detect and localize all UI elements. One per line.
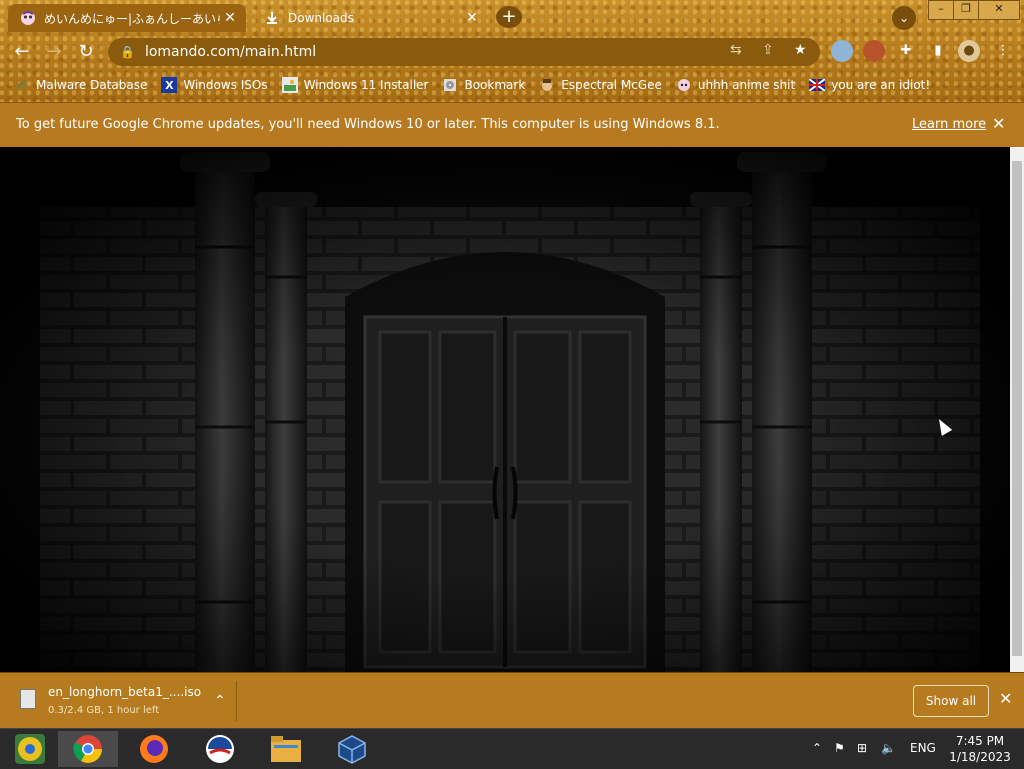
flag-icon: [809, 77, 826, 93]
tab-downloads[interactable]: Downloads ✕: [252, 4, 488, 32]
download-shelf-close-icon[interactable]: ✕: [999, 689, 1012, 708]
tab-title: めいんめにゅー|ふぁんしーあいらんど: [44, 11, 220, 26]
side-panel-icon[interactable]: ▮: [927, 40, 949, 62]
tab-search-icon[interactable]: ⌄: [892, 6, 916, 30]
menu-icon[interactable]: ⋮: [992, 40, 1014, 62]
tab-main-menu[interactable]: めいんめにゅー|ふぁんしーあいらんど ✕: [8, 4, 246, 32]
bookmark-item[interactable]: you are an idiot!: [809, 77, 930, 93]
puzzle-icon[interactable]: ✚: [895, 40, 917, 62]
minimize-button[interactable]: –: [928, 0, 954, 20]
clock-time: 7:45 PM: [955, 734, 1005, 748]
language-indicator[interactable]: ENG: [910, 741, 936, 755]
download-item[interactable]: en_longhorn_beta1_....iso 0.3/2.4 GB, 1 …: [8, 679, 236, 723]
chevron-up-icon[interactable]: ⌃: [214, 693, 226, 709]
anime-icon: [676, 77, 692, 93]
chrome-beta-icon[interactable]: [0, 731, 60, 767]
file-icon: [20, 689, 36, 709]
page-content: [0, 147, 1010, 672]
new-tab-button[interactable]: +: [496, 6, 522, 28]
download-shelf: en_longhorn_beta1_....iso 0.3/2.4 GB, 1 …: [0, 672, 1024, 729]
profile-icon[interactable]: ●: [958, 40, 980, 62]
action-center-flag-icon[interactable]: ⚑: [834, 741, 845, 755]
bookmark-star-icon[interactable]: ★: [794, 42, 807, 58]
clock-date: 1/18/2023: [949, 750, 1011, 764]
bookmark-item[interactable]: Bookmark: [442, 77, 525, 93]
share-icon[interactable]: ⇪: [762, 42, 774, 58]
learn-more-link[interactable]: Learn more: [912, 117, 986, 132]
door-scene-image: [0, 147, 1010, 672]
system-clock[interactable]: 7:45 PM 1/18/2023: [948, 733, 1012, 765]
scroll-thumb[interactable]: [1012, 161, 1022, 656]
bookmark-item[interactable]: uhhh anime shit: [676, 77, 795, 93]
maximize-button[interactable]: ❐: [953, 0, 979, 20]
download-filename: en_longhorn_beta1_....iso: [48, 685, 202, 699]
extension-avatar-icon[interactable]: [863, 40, 885, 62]
extension-flag-icon[interactable]: [831, 40, 853, 62]
tab-close-icon[interactable]: ✕: [220, 10, 240, 26]
taskbar: ⌃ ⚑ ⊞ 🔈 ENG 7:45 PM 1/18/2023: [0, 728, 1024, 769]
lock-icon: 🔒: [120, 45, 135, 59]
tab-title: Downloads: [288, 11, 354, 25]
address-bar[interactable]: 🔒 lomando.com/main.html: [108, 38, 820, 66]
vertical-scrollbar[interactable]: [1010, 147, 1024, 672]
face-icon: [539, 77, 555, 93]
virtualbox-icon[interactable]: [322, 731, 382, 767]
divider: [236, 681, 237, 721]
leaf-icon: [14, 77, 30, 93]
bookmark-item[interactable]: Malware Database: [14, 77, 147, 93]
cd-icon: [442, 77, 458, 93]
infobar-close-icon[interactable]: ✕: [992, 114, 1005, 133]
bookmarks-bar: Malware Database X Windows ISOs Windows …: [0, 72, 1024, 98]
tab-close-icon[interactable]: ✕: [462, 10, 482, 26]
bookmark-item[interactable]: Windows 11 Installer: [281, 77, 428, 93]
forward-icon[interactable]: →: [42, 40, 66, 64]
anime-favicon-icon: [20, 10, 36, 26]
download-status: 0.3/2.4 GB, 1 hour left: [48, 705, 160, 716]
infobar-message: To get future Google Chrome updates, you…: [16, 117, 720, 132]
network-icon[interactable]: ⊞: [857, 741, 867, 755]
volume-icon[interactable]: 🔈: [881, 741, 896, 755]
file-explorer-icon[interactable]: [256, 731, 316, 767]
translate-icon[interactable]: ⇆: [730, 42, 742, 58]
bookmark-item[interactable]: Espectral McGee: [539, 77, 662, 93]
obama-logo-icon[interactable]: [190, 731, 250, 767]
url-text: lomando.com/main.html: [144, 44, 317, 60]
close-window-button[interactable]: ✕: [978, 0, 1020, 20]
reload-icon[interactable]: ↻: [74, 40, 98, 64]
firefox-icon[interactable]: [124, 731, 184, 767]
update-infobar: To get future Google Chrome updates, you…: [0, 102, 1024, 148]
x-icon: X: [161, 77, 178, 93]
back-icon[interactable]: ←: [10, 40, 34, 64]
download-icon: [264, 10, 280, 26]
show-hidden-icons-icon[interactable]: ⌃: [812, 741, 822, 755]
chrome-icon[interactable]: [58, 731, 118, 767]
browser-chrome: めいんめにゅー|ふぁんしーあいらんど ✕ Downloads ✕ + ⌄ – ❐…: [0, 0, 1024, 102]
bookmark-item[interactable]: X Windows ISOs: [161, 77, 268, 93]
show-all-button[interactable]: Show all: [913, 685, 989, 717]
image-icon: [281, 77, 298, 93]
